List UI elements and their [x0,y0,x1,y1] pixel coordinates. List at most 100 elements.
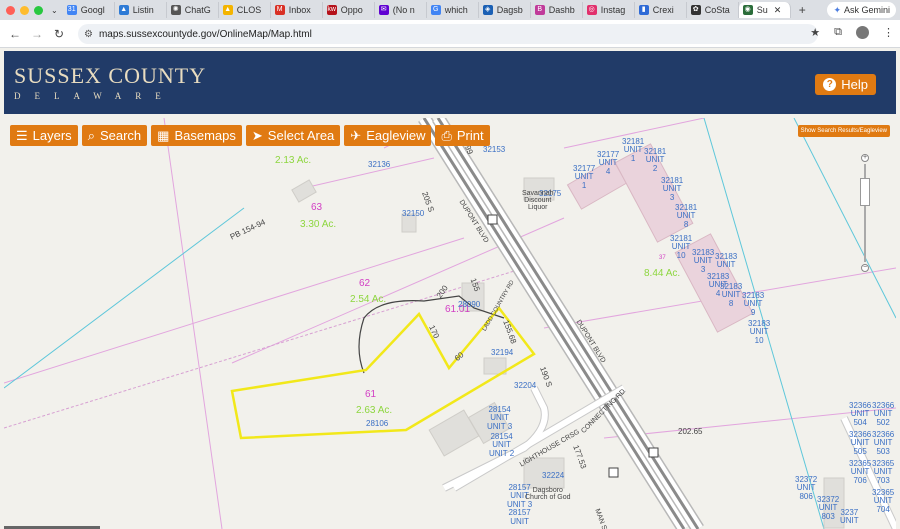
unit-label: 32366 UNIT 505 [849,430,872,456]
unit-label: 32183 UNIT 3 [692,248,715,274]
show-search-results-button[interactable]: Show Search Results/Eagleview [797,125,890,137]
tab-favicon-icon: ▲ [222,5,233,15]
address-label: 28090 [458,300,481,309]
profile-avatar[interactable] [856,26,869,39]
acreage-label: 3.30 Ac. [300,219,337,230]
browser-tab[interactable]: ▲ CLOS [219,2,271,18]
help-button[interactable]: ? Help [815,74,876,95]
unit-label: 32177 UNIT 4 [597,150,620,176]
print-label: Print [456,128,484,143]
select-area-label: Select Area [267,128,335,143]
acreage-label: 8.44 Ac. [644,268,681,279]
browser-tab[interactable]: ◎ Instag [583,2,635,18]
layers-icon: ☰ [16,127,28,143]
eagleview-label: Eagleview [366,128,426,143]
address-label: 32224 [542,471,565,480]
basemaps-label: Basemaps [174,128,236,143]
tab-title: Su [756,5,768,15]
logo-title: SUSSEX COUNTY [14,63,207,88]
business-label: Savannah Discount Liquor [522,190,554,211]
tab-favicon-icon: ◎ [586,5,597,15]
unit-label: 32183 UNIT 10 [748,319,771,345]
parcel-number: 63 [311,202,323,213]
search-label: Search [99,128,142,143]
browser-tab-strip: ⌄ 31 Googl ▲ Listin ✺ ChatG ▲ CLOS M Inbox kw Oppo ✉… [0,0,900,20]
browser-menu-icon[interactable]: ⋮ [883,26,894,39]
tab-favicon-icon: ✺ [170,5,181,15]
unit-label: 3237 UNIT [840,508,859,526]
zoom-out-icon[interactable]: − [861,264,869,272]
unit-label: 32365 UNIT 704 [872,488,895,514]
site-info-icon[interactable]: ⚙ [84,29,93,40]
unit-label: 32181 UNIT 10 [670,234,693,260]
tab-title: Crexi [652,5,674,15]
browser-tab[interactable]: ▮ Crexi [635,2,687,18]
cursor-arrow-icon: ➤ [251,127,263,143]
zoom-in-icon[interactable]: + [861,154,869,162]
zoom-slider[interactable]: + − [860,154,870,272]
zoom-window-button[interactable] [34,5,43,15]
zoom-track[interactable] [860,164,870,262]
tab-search-chevron-icon[interactable]: ⌄ [51,6,58,15]
search-button[interactable]: ⌕ Search [81,125,148,146]
unit-label: 32181 UNIT 3 [661,176,684,202]
unit-label: 32181 UNIT 2 [644,147,667,173]
search-icon: ⌕ [87,127,95,143]
browser-tab[interactable]: kw Oppo [323,2,375,18]
browser-tab[interactable]: ◈ Dagsb [479,2,531,18]
map-toolbar: ☰ Layers ⌕ Search ▦ Basemaps ➤ Select Area ✈… [10,125,490,146]
tab-title: (No n [392,5,415,15]
browser-tab[interactable]: ▲ Listin [115,2,167,18]
bookmark-star-icon[interactable]: ★ [810,26,820,39]
unit-label: 32183 UNIT [715,252,738,270]
basemaps-button[interactable]: ▦ Basemaps [151,125,242,146]
select-area-button[interactable]: ➤ Select Area [245,125,341,146]
eagleview-button[interactable]: ✈ Eagleview [344,125,432,146]
layers-button[interactable]: ☰ Layers [10,125,78,146]
tab-title: Dagsb [496,5,523,15]
browser-tab[interactable]: B Dashb [531,2,583,18]
browser-tab[interactable]: M Inbox [271,2,323,18]
browser-tab[interactable]: ✿ CoSta [687,2,739,18]
back-arrow-icon[interactable]: ← [4,27,26,41]
toolbar-actions: ★ ⧉ ⋮ [810,26,894,39]
unit-label: 28154 UNIT UNIT 3 [487,405,513,431]
tab-title: Instag [600,5,626,15]
map-view[interactable]: ☰ Layers ⌕ Search ▦ Basemaps ➤ Select Area ✈… [4,118,896,529]
browser-tab[interactable]: ✺ ChatG [167,2,219,18]
extensions-icon[interactable]: ⧉ [834,26,842,39]
logo-subtitle: DELAWARE [14,91,175,101]
ask-gemini-button[interactable]: ✦ Ask Gemini [827,2,896,18]
parcel-number: 62 [359,278,371,289]
print-button[interactable]: ⎙ Print [435,125,490,146]
minimize-window-button[interactable] [20,5,29,15]
unit-label: 32372 UNIT 803 [817,495,840,521]
help-label: Help [841,77,868,92]
browser-tab[interactable]: ✉ (No n [375,2,427,18]
new-tab-button[interactable]: + [799,3,806,17]
parcel-number: 37 [659,255,666,261]
forward-arrow-icon[interactable]: → [26,27,48,41]
address-label: 28106 [366,419,389,428]
unit-label: 32366 UNIT 504 [849,401,872,427]
layers-label: Layers [32,128,72,143]
acreage-label: 2.54 Ac. [350,294,387,305]
browser-tab[interactable]: Gwhich [427,2,479,18]
sussex-county-logo[interactable]: SUSSEX COUNTY DELAWARE [14,63,206,101]
browser-tab[interactable]: 31 Googl [63,2,115,18]
printer-icon: ⎙ [441,127,452,143]
business-label: Dagsboro Church of God [525,487,571,501]
zoom-thumb[interactable] [860,178,870,206]
tab-close-icon[interactable]: ✕ [774,5,782,16]
url-bar[interactable]: ⚙ maps.sussexcountyde.gov/OnlineMap/Map.… [78,24,818,44]
unit-label: 32181 UNIT 1 [622,137,645,163]
address-toolbar: ← → ↻ ⚙ maps.sussexcountyde.gov/OnlineMa… [0,20,900,48]
close-window-button[interactable] [6,5,15,15]
distance-label: 202.65 [678,427,703,436]
reload-icon[interactable]: ↻ [48,27,70,41]
tab-title: Inbox [288,5,311,15]
site-header: SUSSEX COUNTY DELAWARE ? Help [4,51,896,114]
gemini-sparkle-icon: ✦ [833,4,841,15]
tab-title: Dashb [548,5,575,15]
browser-tab[interactable]: ◉ Su ✕ [738,2,791,18]
